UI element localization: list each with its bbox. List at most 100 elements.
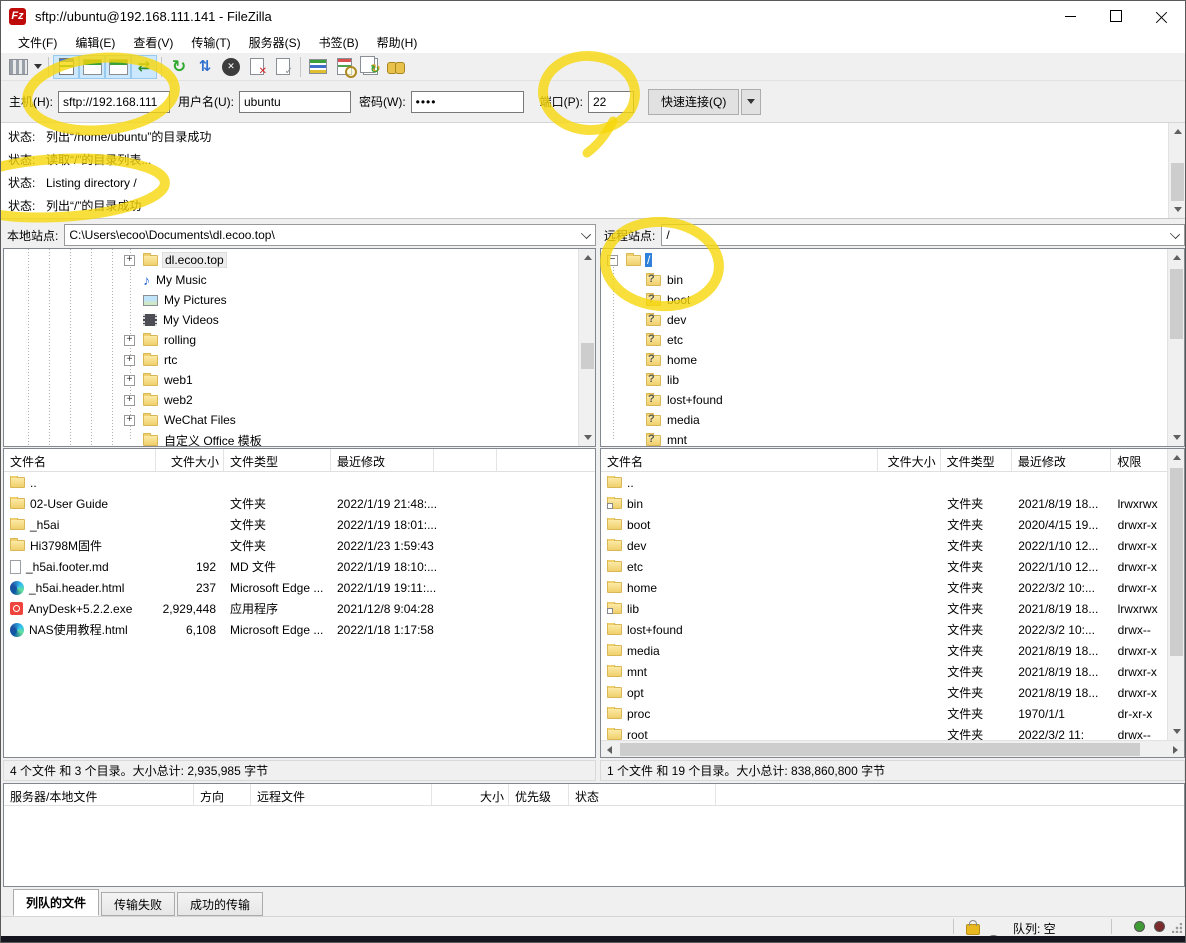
expand-icon[interactable] [124, 335, 135, 346]
tab-failed-transfers[interactable]: 传输失败 [101, 892, 175, 916]
column-header-filesize[interactable]: 文件大小 [156, 449, 224, 471]
expand-icon[interactable] [124, 415, 135, 426]
expand-icon[interactable] [124, 255, 135, 266]
column-header-priority[interactable]: 优先级 [509, 784, 569, 805]
local-site-combo[interactable]: C:\Users\ecoo\Documents\dl.ecoo.top\ [64, 224, 596, 246]
file-row-up[interactable]: .. [4, 472, 595, 493]
file-row[interactable]: dev 文件夹 2022/1/10 12... drwxr-x [601, 535, 1167, 556]
column-header-size[interactable]: 大小 [432, 784, 509, 805]
quickconnect-dropdown[interactable] [741, 89, 761, 115]
column-header-modified[interactable]: 最近修改 [1012, 449, 1112, 471]
tree-item-wechat-files[interactable]: WeChat Files [4, 410, 578, 430]
file-row[interactable]: 02-User Guide 文件夹 2022/1/19 21:48:... [4, 493, 595, 514]
tree-item-lib[interactable]: lib [601, 370, 1167, 390]
tree-item-dl-ecoo-top[interactable]: dl.ecoo.top [4, 250, 578, 270]
quickconnect-button[interactable]: 快速连接(Q) [648, 89, 739, 115]
tree-item-root[interactable]: / [601, 250, 1167, 270]
process-queue-button[interactable]: ⇅ [192, 55, 218, 79]
tree-item-dev[interactable]: dev [601, 310, 1167, 330]
find-files-button[interactable] [383, 55, 409, 79]
file-row[interactable]: media 文件夹 2021/8/19 18... drwxr-x [601, 640, 1167, 661]
scroll-up-icon[interactable] [1168, 249, 1185, 266]
scroll-down-icon[interactable] [1168, 429, 1185, 446]
collapse-icon[interactable] [607, 255, 618, 266]
column-header-server-local-file[interactable]: 服务器/本地文件 [4, 784, 194, 805]
minimize-button[interactable] [1047, 1, 1093, 31]
file-row[interactable]: opt 文件夹 2021/8/19 18... drwxr-x [601, 682, 1167, 703]
file-row[interactable]: Hi3798M固件 文件夹 2022/1/23 1:59:43 [4, 535, 595, 556]
file-row[interactable]: _h5ai.header.html 237 Microsoft Edge ...… [4, 577, 595, 598]
menu-server[interactable]: 服务器(S) [240, 32, 310, 53]
expand-icon[interactable] [124, 375, 135, 386]
file-row[interactable]: mnt 文件夹 2021/8/19 18... drwxr-x [601, 661, 1167, 682]
column-header-filetype[interactable]: 文件类型 [941, 449, 1012, 471]
tree-item-custom-office-templates[interactable]: 自定义 Office 模板 [4, 430, 578, 447]
scroll-down-icon[interactable] [1168, 723, 1185, 740]
scroll-down-icon[interactable] [1169, 201, 1186, 218]
tree-item-boot[interactable]: boot [601, 290, 1167, 310]
disconnect-button[interactable]: ✕ [244, 55, 270, 79]
compare-button[interactable] [331, 55, 357, 79]
scroll-up-icon[interactable] [579, 249, 596, 266]
close-button[interactable] [1139, 1, 1185, 31]
menu-file[interactable]: 文件(F) [9, 32, 66, 53]
log-scrollbar[interactable] [1168, 123, 1185, 218]
remote-list-vscrollbar[interactable] [1167, 449, 1184, 740]
file-row[interactable]: boot 文件夹 2020/4/15 19... drwxr-x [601, 514, 1167, 535]
toggle-message-log-button[interactable] [53, 55, 79, 79]
tree-item-my-pictures[interactable]: My Pictures [4, 290, 578, 310]
file-row[interactable]: _h5ai 文件夹 2022/1/19 18:01:... [4, 514, 595, 535]
refresh-button[interactable]: ↻ [166, 55, 192, 79]
scroll-down-icon[interactable] [579, 429, 596, 446]
scroll-right-icon[interactable] [1167, 741, 1184, 758]
tree-item-etc[interactable]: etc [601, 330, 1167, 350]
tab-queued-files[interactable]: 列队的文件 [13, 889, 99, 916]
menu-help[interactable]: 帮助(H) [368, 32, 427, 53]
tab-successful-transfers[interactable]: 成功的传输 [177, 892, 263, 916]
tree-item-my-music[interactable]: ♪ My Music [4, 270, 578, 290]
file-row[interactable]: proc 文件夹 1970/1/1 dr-xr-x [601, 703, 1167, 724]
file-row[interactable]: AnyDesk+5.2.2.exe 2,929,448 应用程序 2021/12… [4, 598, 595, 619]
remote-site-combo[interactable]: / [661, 224, 1185, 246]
reconnect-button[interactable]: ✓ [270, 55, 296, 79]
column-header-status[interactable]: 状态 [569, 784, 716, 805]
toggle-remote-tree-button[interactable] [105, 55, 131, 79]
tree-item-media[interactable]: media [601, 410, 1167, 430]
menu-bookmarks[interactable]: 书签(B) [310, 32, 368, 53]
local-tree-scrollbar[interactable] [578, 249, 595, 446]
toggle-transfer-queue-button[interactable]: ⇄ [131, 55, 157, 79]
tree-item-rolling[interactable]: rolling [4, 330, 578, 350]
toggle-local-tree-button[interactable] [79, 55, 105, 79]
menu-edit[interactable]: 编辑(E) [66, 32, 124, 53]
column-header-permissions[interactable]: 权限 [1111, 449, 1167, 471]
file-row[interactable]: _h5ai.footer.md 192 MD 文件 2022/1/19 18:1… [4, 556, 595, 577]
resize-grip[interactable] [1172, 923, 1182, 933]
column-header-modified[interactable]: 最近修改 [331, 449, 434, 471]
remote-list-hscrollbar[interactable] [601, 740, 1184, 757]
column-header-filename[interactable]: 文件名ˆ [601, 449, 878, 471]
tree-item-bin[interactable]: bin [601, 270, 1167, 290]
file-row[interactable]: lib 文件夹 2021/8/19 18... lrwxrwx [601, 598, 1167, 619]
scroll-up-icon[interactable] [1169, 123, 1186, 140]
tree-item-mnt[interactable]: mnt [601, 430, 1167, 447]
tree-item-web2[interactable]: web2 [4, 390, 578, 410]
column-header-direction[interactable]: 方向 [194, 784, 251, 805]
expand-icon[interactable] [124, 395, 135, 406]
file-row[interactable]: etc 文件夹 2022/1/10 12... drwxr-x [601, 556, 1167, 577]
site-manager-dropdown[interactable] [31, 55, 44, 79]
menu-transfer[interactable]: 传输(T) [182, 32, 239, 53]
port-input[interactable] [588, 91, 634, 113]
scroll-left-icon[interactable] [601, 741, 618, 758]
filter-button[interactable] [305, 55, 331, 79]
file-row[interactable]: lost+found 文件夹 2022/3/2 10:... drwx-- [601, 619, 1167, 640]
tree-item-home[interactable]: home [601, 350, 1167, 370]
scroll-up-icon[interactable] [1168, 449, 1185, 466]
remote-tree-scrollbar[interactable] [1167, 249, 1184, 446]
tree-item-lost-found[interactable]: lost+found [601, 390, 1167, 410]
password-input[interactable] [411, 91, 524, 113]
maximize-button[interactable] [1093, 1, 1139, 31]
file-row[interactable]: bin 文件夹 2021/8/19 18... lrwxrwx [601, 493, 1167, 514]
synchronized-browsing-button[interactable]: ↻ [357, 55, 383, 79]
column-header-remote-file[interactable]: 远程文件 [251, 784, 432, 805]
file-row[interactable]: home 文件夹 2022/3/2 10:... drwxr-x [601, 577, 1167, 598]
